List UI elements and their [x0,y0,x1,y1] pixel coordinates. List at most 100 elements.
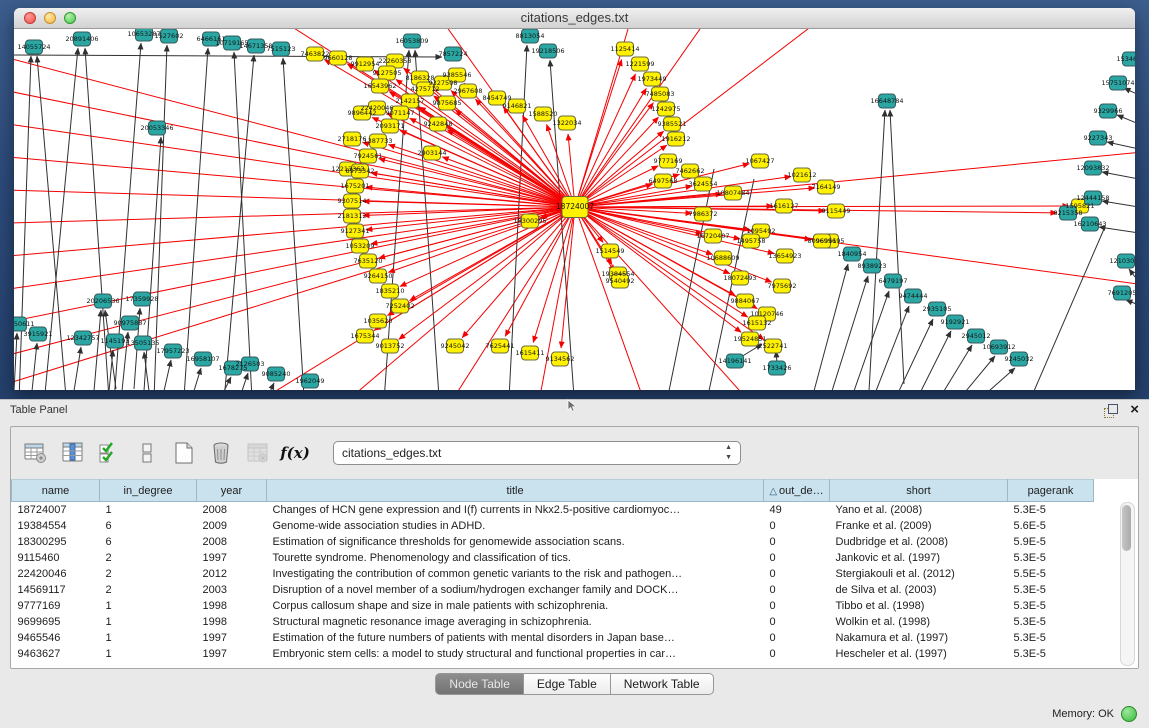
table-cell[interactable]: 5.3E-5 [1008,582,1094,598]
table-cell[interactable]: 18724007 [12,502,100,519]
table-cell[interactable]: Tourette syndrome. Phenomenology and cla… [267,550,764,566]
table-cell[interactable]: Estimation of significance thresholds fo… [267,534,764,550]
table-cell[interactable]: 22420046 [12,566,100,582]
table-source-select[interactable]: citations_edges.txt ▲▼ [333,441,741,465]
table-cell[interactable]: 5.3E-5 [1008,550,1094,566]
table-cell[interactable]: 5.3E-5 [1008,630,1094,646]
table-cell[interactable]: Yano et al. (2008) [830,502,1008,519]
table-cell[interactable]: 2 [100,550,197,566]
table-cell[interactable]: 9463627 [12,646,100,662]
tab-node-table[interactable]: Node Table [435,673,524,695]
table-cell[interactable]: 6 [100,518,197,534]
table-cell[interactable]: 2008 [197,502,267,519]
table-cell[interactable]: 0 [764,550,830,566]
table-row[interactable]: 946554611997Estimation of the future num… [12,630,1094,646]
table-row[interactable]: 1830029562008Estimation of significance … [12,534,1094,550]
scrollbar-thumb[interactable] [1122,505,1131,551]
table-settings-icon[interactable] [23,440,49,466]
table-cell[interactable]: de Silva et al. (2003) [830,582,1008,598]
column-header-pagerank[interactable]: pagerank [1008,480,1094,502]
node-table[interactable]: namein_degreeyeartitle△out_de…shortpager… [11,479,1094,662]
table-cell[interactable]: 9777169 [12,598,100,614]
close-window-button[interactable] [24,12,36,24]
column-header-title[interactable]: title [267,480,764,502]
tab-edge-table[interactable]: Edge Table [523,673,611,695]
table-cell[interactable]: Stergiakouli et al. (2012) [830,566,1008,582]
column-select-icon[interactable] [60,440,86,466]
table-cell[interactable]: Corpus callosum shape and size in male p… [267,598,764,614]
table-cell[interactable]: 1 [100,630,197,646]
table-cell[interactable]: 5.9E-5 [1008,534,1094,550]
table-cell[interactable]: Investigating the contribution of common… [267,566,764,582]
table-cell[interactable]: Franke et al. (2009) [830,518,1008,534]
column-header-year[interactable]: year [197,480,267,502]
zoom-window-button[interactable] [64,12,76,24]
column-header-name[interactable]: name [12,480,100,502]
table-cell[interactable]: 1 [100,598,197,614]
table-cell[interactable]: Dudbridge et al. (2008) [830,534,1008,550]
table-cell[interactable]: 5.3E-5 [1008,646,1094,662]
table-cell[interactable]: 9115460 [12,550,100,566]
table-cell[interactable]: Embryonic stem cells: a model to study s… [267,646,764,662]
table-cell[interactable]: 0 [764,566,830,582]
table-cell[interactable]: 0 [764,598,830,614]
table-cell[interactable]: 9699695 [12,614,100,630]
tab-network-table[interactable]: Network Table [610,673,714,695]
table-cell[interactable]: Estimation of the future numbers of pati… [267,630,764,646]
table-cell[interactable]: 49 [764,502,830,519]
table-cell[interactable]: 18300295 [12,534,100,550]
vertical-scrollbar[interactable] [1120,502,1135,666]
table-cell[interactable]: 19384554 [12,518,100,534]
table-row[interactable]: 969969511998Structural magnetic resonanc… [12,614,1094,630]
table-cell[interactable]: 0 [764,630,830,646]
table-cell[interactable]: 5.3E-5 [1008,614,1094,630]
table-cell[interactable]: Disruption of a novel member of a sodium… [267,582,764,598]
table-cell[interactable]: 0 [764,518,830,534]
clear-selection-icon[interactable] [134,440,160,466]
table-cell[interactable]: 0 [764,582,830,598]
new-table-icon[interactable] [171,440,197,466]
table-cell[interactable]: 2012 [197,566,267,582]
table-cell[interactable]: 2009 [197,518,267,534]
close-panel-icon[interactable]: × [1130,403,1139,417]
float-panel-icon[interactable] [1104,404,1118,417]
table-cell[interactable]: Hescheler et al. (1997) [830,646,1008,662]
table-row[interactable]: 977716911998Corpus callosum shape and si… [12,598,1094,614]
delete-trash-icon[interactable] [208,440,234,466]
table-cell[interactable]: 0 [764,614,830,630]
table-row[interactable]: 946362711997Embryonic stem cells: a mode… [12,646,1094,662]
table-cell[interactable]: 5.5E-5 [1008,566,1094,582]
column-header-out_de[interactable]: △out_de… [764,480,830,502]
table-cell[interactable]: 1997 [197,630,267,646]
table-cell[interactable]: 5.3E-5 [1008,598,1094,614]
column-header-short[interactable]: short [830,480,1008,502]
table-row[interactable]: 1872400712008Changes of HCN gene express… [12,502,1094,519]
table-cell[interactable]: 1997 [197,550,267,566]
table-cell[interactable]: 5.6E-5 [1008,518,1094,534]
table-row[interactable]: 1938455462009Genome-wide association stu… [12,518,1094,534]
table-cell[interactable]: Nakamura et al. (1997) [830,630,1008,646]
table-cell[interactable]: 2 [100,582,197,598]
table-cell[interactable]: 2 [100,566,197,582]
network-canvas[interactable]: 1872400774638229660128991295422260358912… [14,29,1135,390]
table-cell[interactable]: 5.3E-5 [1008,502,1094,519]
table-cell[interactable]: 2008 [197,534,267,550]
table-cell[interactable]: 2003 [197,582,267,598]
table-cell[interactable]: 0 [764,534,830,550]
table-row[interactable]: 1456911722003Disruption of a novel membe… [12,582,1094,598]
table-cell[interactable]: 6 [100,534,197,550]
select-all-icon[interactable] [97,440,123,466]
column-header-in_degree[interactable]: in_degree [100,480,197,502]
table-cell[interactable]: 1 [100,614,197,630]
table-cell[interactable]: Structural magnetic resonance image aver… [267,614,764,630]
table-cell[interactable]: Tibbo et al. (1998) [830,598,1008,614]
table-cell[interactable]: Changes of HCN gene expression and I(f) … [267,502,764,519]
table-row[interactable]: 2242004622012Investigating the contribut… [12,566,1094,582]
minimize-window-button[interactable] [44,12,56,24]
table-cell[interactable]: 1 [100,502,197,519]
table-cell[interactable]: 14569117 [12,582,100,598]
table-cell[interactable]: 1998 [197,598,267,614]
table-cell[interactable]: 1998 [197,614,267,630]
network-window-titlebar[interactable]: citations_edges.txt [14,8,1135,29]
table-cell[interactable]: Wolkin et al. (1998) [830,614,1008,630]
